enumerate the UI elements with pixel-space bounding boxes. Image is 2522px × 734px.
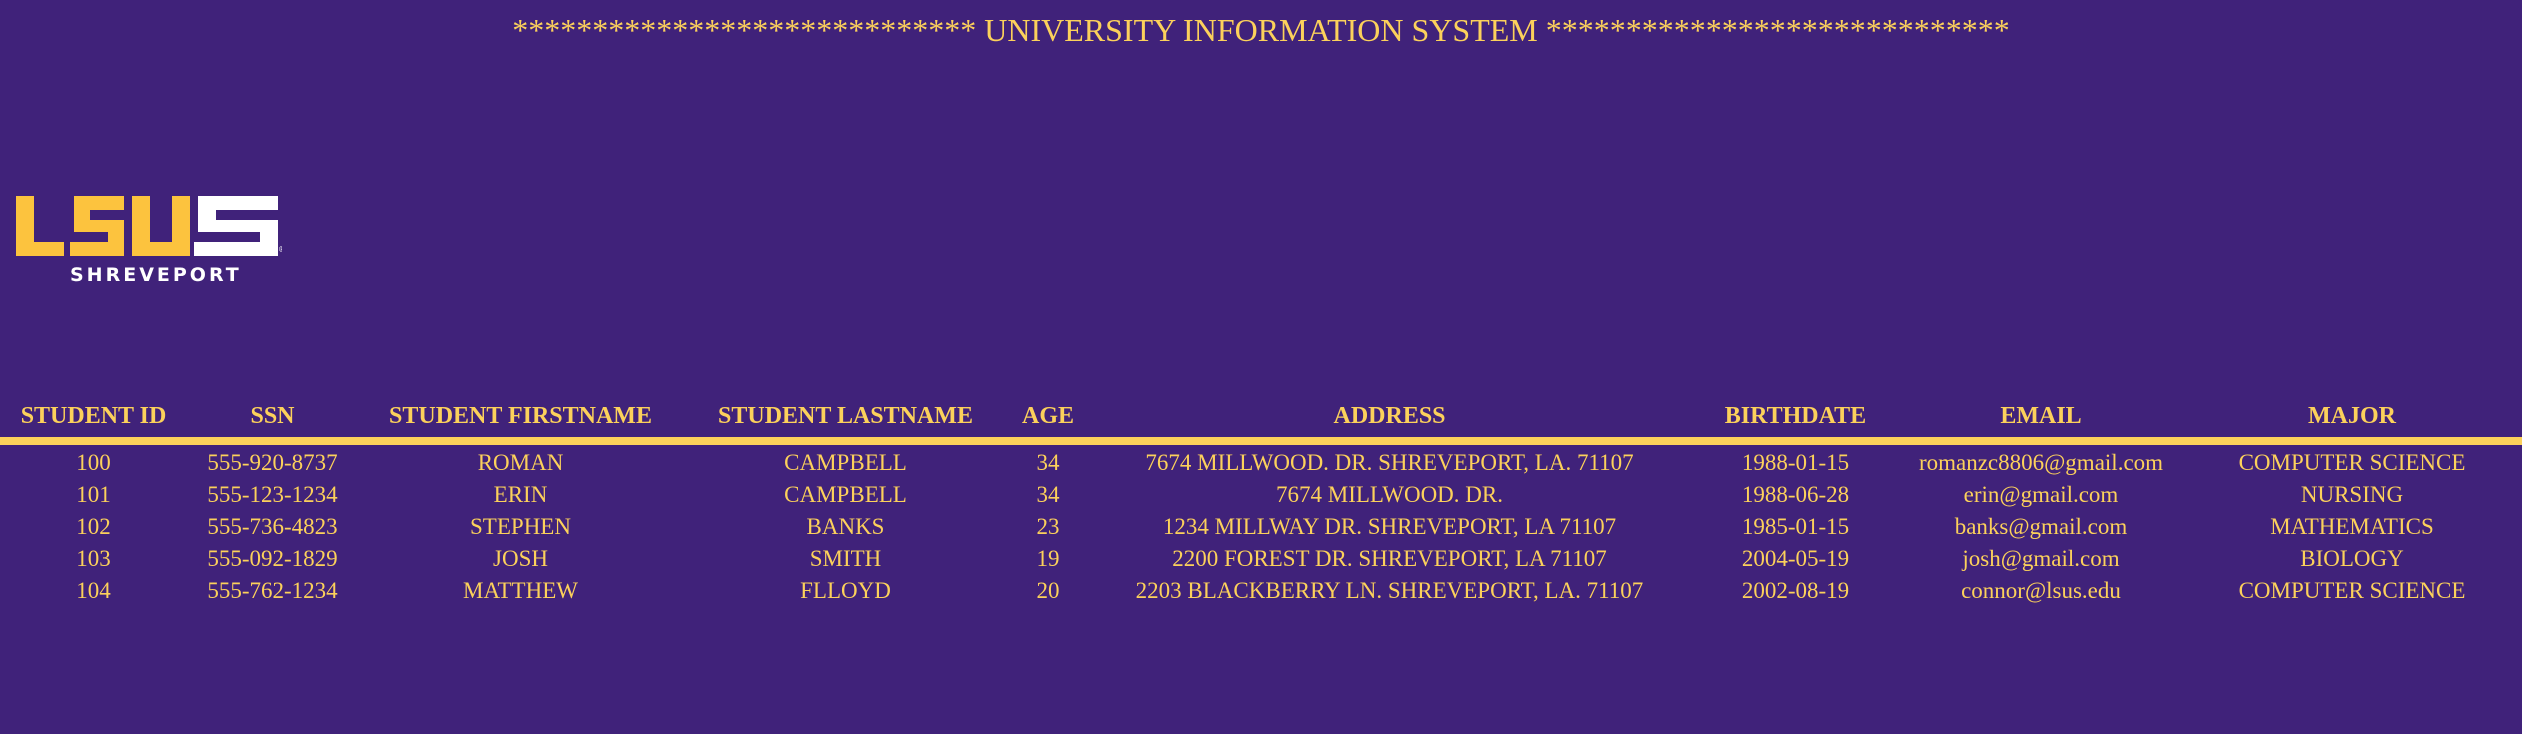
cell-age: 19 [1036,546,1060,571]
column-header-age[interactable]: AGE [1008,395,1088,445]
cell-ssn: 555-092-1829 [207,546,338,571]
svg-text:®: ® [278,245,282,254]
lsus-logo: ® SHREVEPORT [12,192,282,288]
table-row: 100 555-920-8737 ROMAN CAMPBELL 34 7674 … [0,441,2522,479]
cell-ssn: 555-762-1234 [207,578,338,603]
cell-student-id: 101 [76,482,111,507]
cell-email: banks@gmail.com [1954,514,2128,539]
page-banner: ***************************** UNIVERSITY… [0,8,2522,52]
table-row: 103 555-092-1829 JOSH SMITH 19 2200 FORE… [0,543,2522,575]
cell-email: erin@gmail.com [1963,482,2119,507]
cell-email: connor@lsus.edu [1961,578,2121,603]
column-header-student-id[interactable]: STUDENT ID [0,395,187,445]
cell-firstname: JOSH [493,546,548,571]
cell-address: 7674 MILLWOOD. DR. SHREVEPORT, LA. 71107 [1145,450,1634,475]
cell-age: 23 [1036,514,1060,539]
table-row: 104 555-762-1234 MATTHEW FLLOYD 20 2203 … [0,575,2522,607]
cell-age: 34 [1036,482,1060,507]
column-header-major[interactable]: MAJOR [2182,395,2522,445]
logo-subtitle: SHREVEPORT [70,264,242,286]
column-header-ssn[interactable]: SSN [187,395,358,445]
column-header-birthdate[interactable]: BIRTHDATE [1691,395,1900,445]
cell-firstname: ROMAN [477,450,564,475]
banner-right-stars: ***************************** [1545,12,2010,48]
cell-firstname: MATTHEW [463,578,578,603]
cell-email: romanzc8806@gmail.com [1918,450,2164,475]
cell-student-id: 104 [76,578,111,603]
cell-lastname: FLLOYD [800,578,891,603]
cell-age: 34 [1036,450,1060,475]
cell-address: 2203 BLACKBERRY LN. SHREVEPORT, LA. 7110… [1135,578,1644,603]
banner-left-stars: ***************************** [512,12,977,48]
column-header-lastname[interactable]: STUDENT LASTNAME [683,395,1008,445]
cell-lastname: CAMPBELL [784,450,907,475]
cell-student-id: 103 [76,546,111,571]
lsus-wordmark: ® [16,196,282,256]
cell-age: 20 [1036,578,1060,603]
cell-major: MATHEMATICS [2270,514,2434,539]
column-header-email[interactable]: EMAIL [1900,395,2182,445]
cell-lastname: CAMPBELL [784,482,907,507]
cell-firstname: STEPHEN [470,514,571,539]
column-header-firstname[interactable]: STUDENT FIRSTNAME [358,395,683,445]
cell-birthdate: 1988-06-28 [1741,482,1850,507]
cell-ssn: 555-736-4823 [207,514,338,539]
table-header-row: STUDENT ID SSN STUDENT FIRSTNAME STUDENT… [0,395,2522,445]
table-row: 102 555-736-4823 STEPHEN BANKS 23 1234 M… [0,511,2522,543]
cell-major: COMPUTER SCIENCE [2238,450,2466,475]
cell-birthdate: 1985-01-15 [1741,514,1850,539]
cell-address: 2200 FOREST DR. SHREVEPORT, LA 71107 [1172,546,1607,571]
cell-lastname: BANKS [806,514,885,539]
cell-major: NURSING [2300,482,2404,507]
cell-address: 7674 MILLWOOD. DR. [1276,482,1503,507]
cell-firstname: ERIN [493,482,548,507]
table-row: 101 555-123-1234 ERIN CAMPBELL 34 7674 M… [0,479,2522,511]
cell-major: COMPUTER SCIENCE [2238,578,2466,603]
cell-birthdate: 2004-05-19 [1741,546,1850,571]
cell-email: josh@gmail.com [1962,546,2120,571]
cell-address: 1234 MILLWAY DR. SHREVEPORT, LA 71107 [1162,514,1617,539]
page-title: UNIVERSITY INFORMATION SYSTEM [984,12,1538,48]
cell-birthdate: 1988-01-15 [1741,450,1850,475]
cell-student-id: 100 [76,450,111,475]
students-table: STUDENT ID SSN STUDENT FIRSTNAME STUDENT… [0,395,2522,607]
column-header-address[interactable]: ADDRESS [1088,395,1691,445]
cell-ssn: 555-123-1234 [207,482,338,507]
cell-birthdate: 2002-08-19 [1741,578,1850,603]
cell-major: BIOLOGY [2300,546,2404,571]
cell-lastname: SMITH [809,546,882,571]
cell-ssn: 555-920-8737 [207,450,338,475]
cell-student-id: 102 [76,514,111,539]
